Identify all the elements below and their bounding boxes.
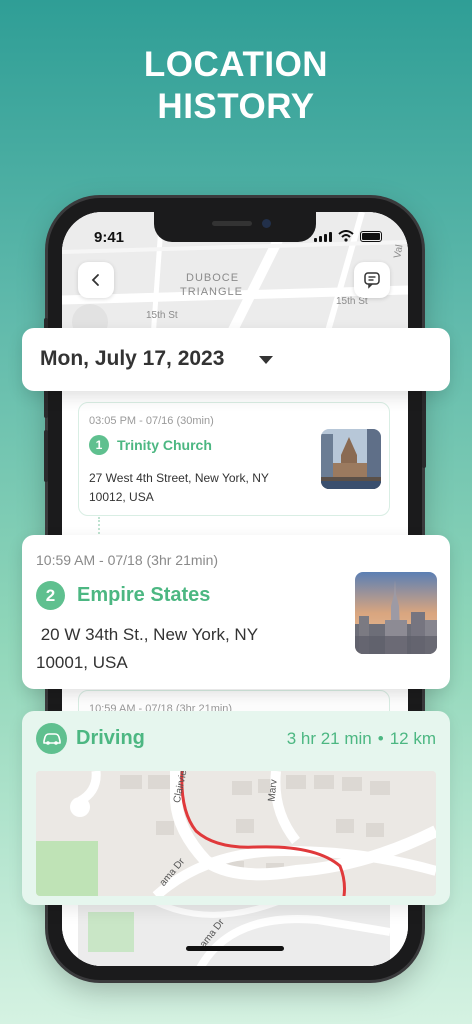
back-chevron-icon <box>91 274 99 286</box>
route-map-drawing <box>36 771 436 896</box>
empire-state-photo <box>355 572 437 654</box>
map-label-duboce: DUBOCE <box>186 272 240 284</box>
map-label-triangle: TRIANGLE <box>180 286 244 298</box>
place-name: Trinity Church <box>117 437 212 453</box>
map-label-street: 15th St <box>146 310 178 321</box>
trinity-church-photo <box>321 429 381 489</box>
back-button[interactable] <box>78 262 114 298</box>
power-button <box>422 388 426 468</box>
visit-number-badge: 2 <box>36 581 65 610</box>
place-address: 20 W 34th St., New York, NY 10001, USA <box>36 621 258 677</box>
date-selector[interactable]: Mon, July 17, 2023 <box>22 328 450 391</box>
visit-card-2[interactable]: 10:59 AM - 07/18 (3hr 21min) 2 Empire St… <box>22 535 450 689</box>
map-street-label: Marv <box>266 778 280 803</box>
visit-title-row: 1 Trinity Church <box>89 435 212 455</box>
route-map[interactable]: Clairvie Marv ama Dr <box>36 771 436 896</box>
visit-time: 03:05 PM - 07/16 (30min) <box>89 415 214 427</box>
address-line: 10001, USA <box>36 653 128 672</box>
chat-icon <box>364 272 380 289</box>
home-indicator <box>186 946 284 951</box>
trip-duration: 3 hr 21 min <box>286 729 372 748</box>
headline: LOCATION HISTORY <box>0 44 472 128</box>
status-icons <box>314 230 382 242</box>
trip-distance: 12 km <box>389 729 436 748</box>
volume-down-button <box>44 430 48 482</box>
visit-time: 10:59 AM - 07/18 (3hr 21min) <box>36 552 219 568</box>
status-time: 9:41 <box>94 229 125 246</box>
trip-mode-label: Driving <box>76 727 145 749</box>
visit-title-row: 2 Empire States <box>36 581 210 610</box>
place-address: 27 West 4th Street, New York, NY 10012, … <box>89 469 269 507</box>
battery-icon <box>360 231 382 242</box>
visit-number-badge: 1 <box>89 435 109 455</box>
address-line: 10012, USA <box>89 490 154 504</box>
place-name: Empire States <box>77 584 211 606</box>
chat-button[interactable] <box>354 262 390 298</box>
address-line: 20 W 34th St., New York, NY <box>36 625 259 644</box>
headline-line1: LOCATION <box>143 45 329 84</box>
wifi-icon <box>338 230 354 242</box>
cellular-signal-icon <box>314 232 332 242</box>
trip-mode-badge <box>36 723 67 754</box>
headline-line2: HISTORY <box>157 87 315 126</box>
dropdown-caret-icon <box>259 356 273 364</box>
selected-date: Mon, July 17, 2023 <box>40 347 225 370</box>
visit-card-1[interactable]: 03:05 PM - 07/16 (30min) 1 Trinity Churc… <box>78 402 390 516</box>
trip-separator: • <box>377 729 384 748</box>
map-label-street: Val <box>392 243 406 260</box>
trip-summary: 3 hr 21 min • 12 km <box>287 729 436 749</box>
notch <box>154 212 316 242</box>
trip-card[interactable]: Driving 3 hr 21 min • 12 km Clairvie Mar… <box>22 711 450 905</box>
car-icon <box>42 732 61 745</box>
address-line: 27 West 4th Street, New York, NY <box>89 471 269 485</box>
